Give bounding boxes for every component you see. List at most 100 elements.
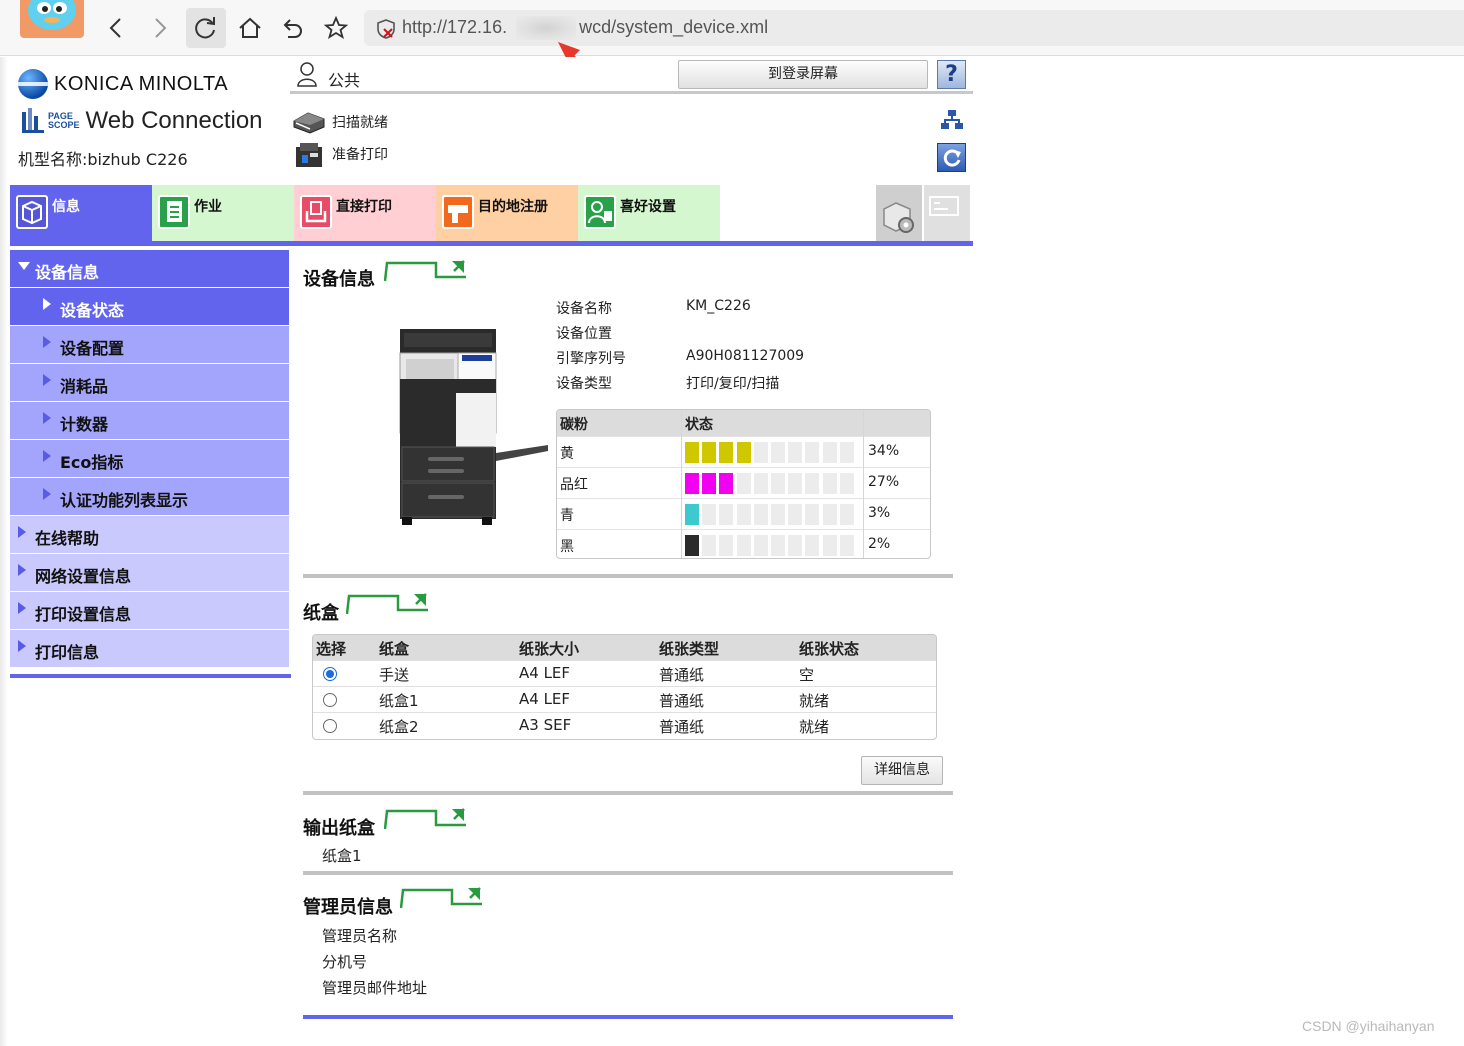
undo-icon[interactable] (272, 8, 312, 48)
column-header: 纸张状态 (799, 640, 860, 658)
toner-segment-empty (788, 504, 803, 525)
details-button[interactable]: 详细信息 (861, 756, 943, 785)
toner-segment-filled (702, 473, 717, 494)
tab-address-book[interactable]: 目的地注册 (436, 185, 578, 242)
sidebar-item-device-config[interactable]: 设备配置 (10, 326, 289, 363)
tab-display-settings[interactable] (924, 185, 970, 242)
header-divider (290, 91, 973, 94)
sidebar-divider (10, 674, 291, 678)
toner-segment-filled (685, 535, 699, 556)
scan-status-text: 扫描就绪 (332, 115, 388, 131)
toner-percent: 3% (868, 505, 891, 521)
device-type-value: 打印/复印/扫描 (686, 376, 780, 392)
sidebar-item-online-help[interactable]: 在线帮助 (10, 516, 289, 553)
toner-level-bar (685, 535, 857, 556)
sidebar-item-device-status[interactable]: 设备状态 (10, 288, 289, 325)
sidebar-item-auth-list[interactable]: 认证功能列表显示 (10, 478, 289, 515)
help-button[interactable]: ? (937, 60, 966, 89)
browser-toolbar: http://172.16. wcd/system_device.xml (0, 0, 1464, 56)
refresh-icon[interactable] (937, 143, 966, 172)
tab-admin-settings[interactable] (876, 185, 922, 242)
tray-select-radio[interactable] (323, 719, 337, 733)
paper-size: A4 LEF (519, 690, 571, 708)
table-row[interactable]: 手送 A4 LEF 普通纸 空 (313, 660, 936, 686)
network-icon[interactable] (940, 109, 964, 131)
web-connection-page: KONICA MINOLTA PAGE SCOPE Web Connection… (0, 57, 1464, 1046)
device-info-heading: 设备信息 (303, 269, 375, 290)
sidebar-item-device-info[interactable]: 设备信息 (10, 250, 289, 287)
section-divider (303, 574, 953, 578)
toner-level-bar (685, 473, 857, 494)
reload-icon[interactable] (186, 8, 226, 48)
section-divider (303, 871, 953, 875)
address-book-icon (442, 195, 474, 229)
login-screen-button[interactable]: 到登录屏幕 (678, 60, 928, 89)
column-header: 选择 (316, 640, 347, 658)
back-icon[interactable] (96, 8, 136, 48)
column-header: 纸张类型 (659, 640, 720, 658)
profile-avatar-icon[interactable] (20, 0, 84, 38)
tab-information[interactable]: 信息 (10, 185, 152, 242)
toner-segment-filled (736, 442, 751, 463)
forward-icon[interactable] (140, 8, 180, 48)
column-header: 纸张大小 (519, 640, 580, 658)
triangle-right-icon (18, 602, 26, 614)
toner-segment-empty (719, 535, 734, 556)
address-bar[interactable]: http://172.16. wcd/system_device.xml (364, 10, 1464, 46)
tray-select-radio[interactable] (323, 667, 337, 681)
tab-jobs[interactable]: 作业 (152, 185, 294, 242)
tab-favorites[interactable]: 喜好设置 (578, 185, 720, 242)
paper-type: 普通纸 (659, 718, 705, 736)
user-icon (296, 61, 318, 87)
toner-level-bar (685, 442, 857, 463)
table-row[interactable]: 纸盒2 A3 SEF 普通纸 就绪 (313, 712, 936, 738)
admin-email-label: 管理员邮件地址 (322, 979, 428, 997)
toner-segment-empty (753, 473, 768, 494)
information-icon (16, 195, 48, 229)
table-row[interactable]: 纸盒1 A4 LEF 普通纸 就绪 (313, 686, 936, 712)
sidebar-item-consumables[interactable]: 消耗品 (10, 364, 289, 401)
print-status-text: 准备打印 (332, 147, 388, 163)
pagescope-logo: PAGE SCOPE Web Connection (20, 107, 263, 135)
sidebar-item-label: 打印信息 (35, 643, 100, 662)
sidebar-item-network-settings[interactable]: 网络设置信息 (10, 554, 289, 591)
section-deco-icon (346, 593, 428, 614)
status-column-header: 状态 (685, 417, 713, 433)
sidebar-item-print-info[interactable]: 打印信息 (10, 630, 289, 667)
paper-type: 普通纸 (659, 666, 705, 684)
toner-segment-empty (753, 442, 768, 463)
table-header: 选择 纸盒 纸张大小 纸张类型 纸张状态 (313, 635, 936, 660)
toner-segment-empty (771, 504, 785, 525)
sidebar-item-print-settings[interactable]: 打印设置信息 (10, 592, 289, 629)
sidebar-item-counter[interactable]: 计数器 (10, 402, 289, 439)
sidebar-item-eco[interactable]: Eco指标 (10, 440, 289, 477)
toner-segment-filled (685, 473, 699, 494)
tab-direct-print[interactable]: 直接打印 (294, 185, 436, 242)
sidebar-item-label: 设备信息 (35, 263, 100, 282)
output-tray-heading: 输出纸盒 (303, 818, 375, 839)
toner-row: 黑 2% (557, 529, 930, 558)
insecure-icon[interactable] (376, 19, 396, 43)
triangle-right-icon (18, 640, 26, 652)
star-icon[interactable] (316, 8, 356, 48)
triangle-right-icon (43, 336, 51, 348)
paper-status: 就绪 (799, 718, 830, 736)
tray-select-radio[interactable] (323, 693, 337, 707)
serial-number-label: 引擎序列号 (556, 351, 626, 367)
toner-segment-empty (753, 535, 768, 556)
job-icon (158, 195, 190, 229)
konica-minolta-logo: KONICA MINOLTA (18, 69, 228, 99)
toner-segment-empty (788, 442, 803, 463)
triangle-right-icon (18, 564, 26, 576)
section-deco-icon (384, 260, 466, 281)
toner-percent: 27% (868, 474, 900, 490)
toner-segment-empty (805, 442, 820, 463)
tab-label: 直接打印 (336, 199, 392, 215)
home-icon[interactable] (230, 8, 270, 48)
toner-segment-empty (736, 535, 751, 556)
toner-level-bar (685, 504, 857, 525)
sidebar-item-label: 认证功能列表显示 (60, 491, 189, 510)
toner-segment-empty (719, 504, 734, 525)
url-text[interactable]: http://172.16. wcd/system_device.xml (402, 17, 768, 38)
toner-segment-empty (788, 473, 803, 494)
